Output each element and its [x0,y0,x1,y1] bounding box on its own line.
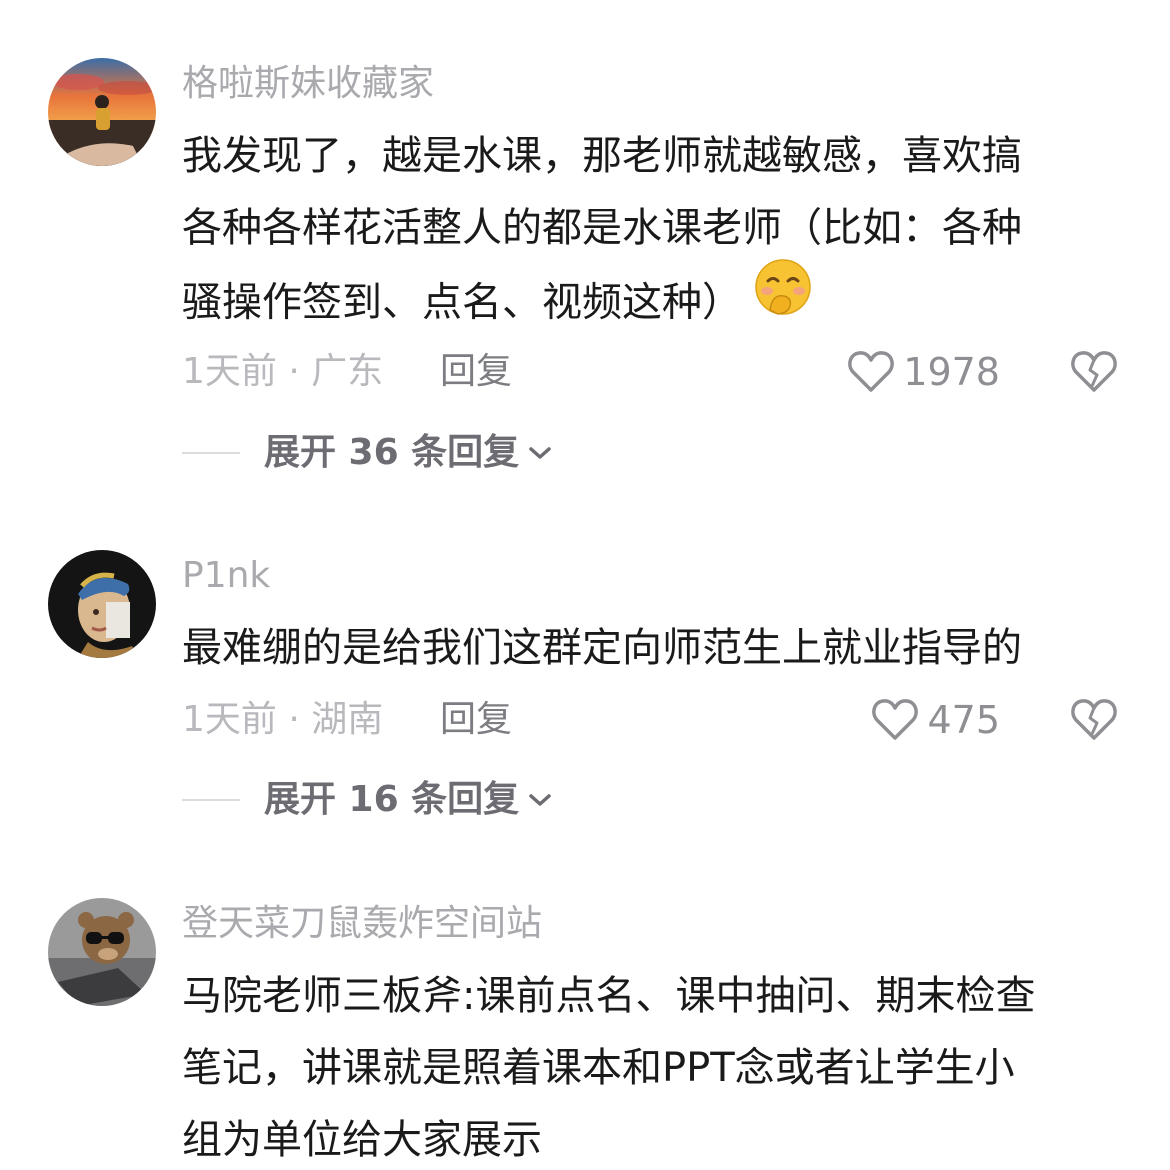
expand-replies-button[interactable]: 展开 16 条回复 [182,778,553,822]
comment-list: 格啦斯妹收藏家 我发现了，越是水课，那老师就越敏感，喜欢搞 各种各样花活整人的都… [0,0,1170,1170]
comment-line: 骚操作签到、点名、视频这种） [182,259,1132,336]
like-button[interactable]: 475 [871,696,1000,744]
divider-line [182,452,240,454]
comment-line: 笔记，讲课就是照着课本和PPT念或者让学生小 [182,1045,1015,1091]
avatar-sunset-image [48,58,156,166]
shy-smile-emoji-icon [754,258,812,339]
comment-text: 我发现了，越是水课，那老师就越敏感，喜欢搞 各种各样花活整人的都是水课老师（比如… [182,120,1132,336]
username[interactable]: 格啦斯妹收藏家 [182,62,434,106]
dislike-button[interactable] [1070,348,1118,396]
broken-heart-icon [1071,351,1117,392]
like-button[interactable]: 1978 [847,348,1000,396]
dislike-button[interactable] [1070,696,1118,744]
avatar[interactable] [48,898,156,1006]
comment-line: 马院老师三板斧:课前点名、课中抽问、期末检查 [182,973,1036,1019]
heart-outline-icon [848,351,895,392]
broken-heart-icon [1071,699,1117,740]
comment-meta: 1天前 · 湖南 [182,699,384,740]
comment-meta: 1天前 · 广东 [182,351,384,392]
avatar-bear-image [48,898,156,1006]
comment-text: 最难绷的是给我们这群定向师范生上就业指导的 [182,612,1132,684]
divider-line [182,799,240,801]
like-count: 475 [927,698,1000,742]
reply-button[interactable]: 回复 [440,348,512,396]
reply-button[interactable]: 回复 [440,696,512,744]
comment-line: 组为单位给大家展示 [182,1117,542,1163]
comment-text: 马院老师三板斧:课前点名、课中抽问、期末检查 笔记，讲课就是照着课本和PPT念或… [182,960,1132,1170]
expand-replies-button[interactable]: 展开 36 条回复 [182,431,553,475]
expand-replies-label: 展开 36 条回复 [264,432,520,473]
comment-line: 最难绷的是给我们这群定向师范生上就业指导的 [182,625,1022,671]
comment-line: 各种各样花活整人的都是水课老师（比如：各种 [182,205,1022,251]
comment-line: 我发现了，越是水课，那老师就越敏感，喜欢搞 [182,133,1022,179]
avatar-portrait-image [48,550,156,658]
like-count: 1978 [903,350,1000,394]
chevron-down-icon [529,447,551,459]
heart-outline-icon [872,699,919,740]
avatar[interactable] [48,550,156,658]
username[interactable]: P1nk [182,554,270,598]
expand-replies-label: 展开 16 条回复 [264,779,520,820]
username[interactable]: 登天菜刀鼠轰炸空间站 [182,902,542,946]
comment-line-text: 骚操作签到、点名、视频这种） [182,279,742,326]
avatar[interactable] [48,58,156,166]
chevron-down-icon [529,794,551,806]
